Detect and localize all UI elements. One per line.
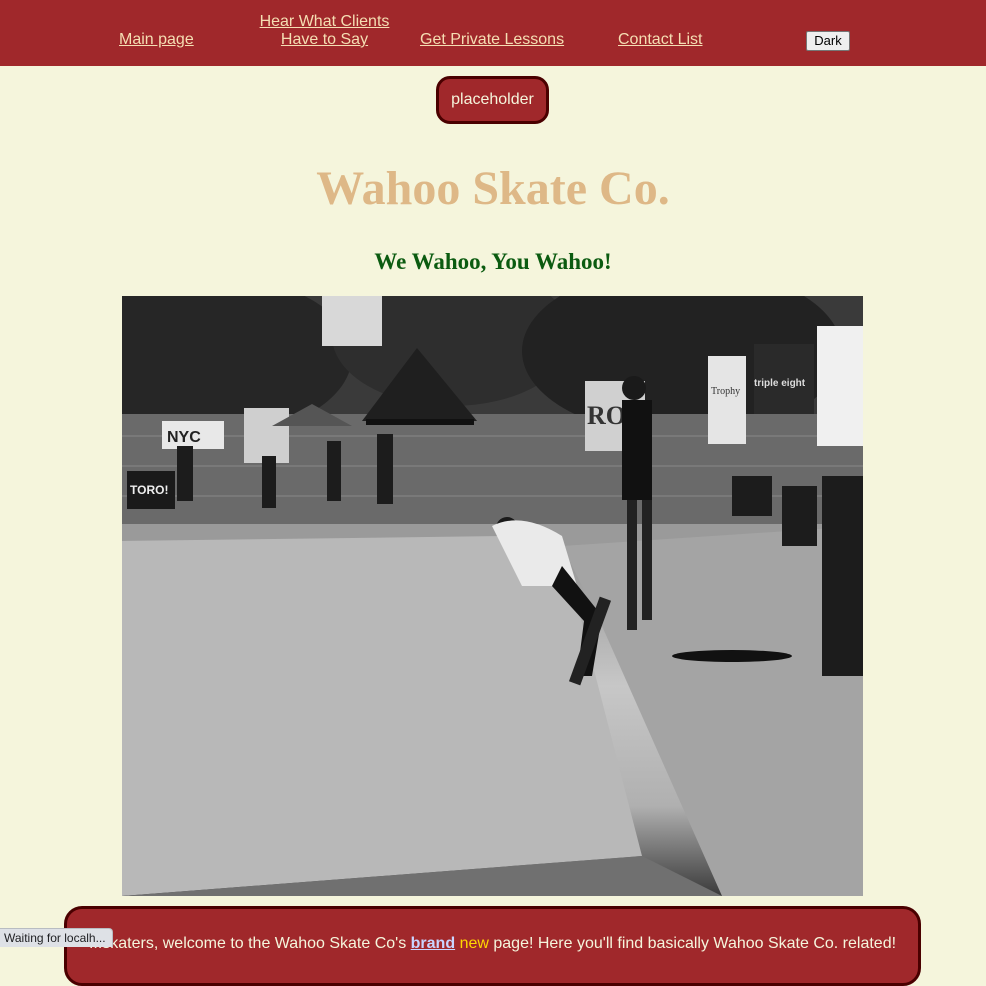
nav-client-testimonials-link[interactable]: Hear What Clients Have to Say: [255, 13, 394, 49]
nav-main-page-link[interactable]: Main page: [119, 31, 194, 49]
dark-mode-button[interactable]: Dark: [806, 31, 850, 51]
banner-toro-text: TORO!: [130, 483, 168, 497]
hero-skatepark-photo: NYC TORO! ROC Trophy triple eight: [122, 296, 863, 896]
welcome-box: ...skaters, welcome to the Wahoo Skate C…: [64, 906, 921, 986]
page-title: Wahoo Skate Co.: [316, 162, 670, 215]
banner-triple-eight-text: triple eight: [754, 378, 806, 389]
page-subtitle: We Wahoo, You Wahoo!: [374, 249, 612, 274]
placeholder-button[interactable]: placeholder: [436, 76, 549, 124]
welcome-new-text: new: [459, 935, 489, 952]
top-navbar: Main page Hear What Clients Have to Say …: [0, 0, 986, 66]
banner-trophy-text: Trophy: [711, 386, 740, 397]
nav-contact-list-link[interactable]: Contact List: [618, 31, 702, 49]
welcome-text-start: ...skaters, welcome to the Wahoo Skate C…: [88, 935, 411, 952]
browser-status-bar: Waiting for localh...: [0, 928, 113, 947]
nav-clients-line2: Have to Say: [280, 31, 369, 48]
nav-private-lessons-link[interactable]: Get Private Lessons: [420, 31, 564, 49]
welcome-text-end: page! Here you'll find basically Wahoo S…: [488, 935, 897, 952]
nav-clients-line1: Hear What Clients: [259, 13, 390, 30]
welcome-brand-text: brand: [410, 935, 456, 952]
banner-nyc-text: NYC: [167, 429, 201, 446]
welcome-text: ...skaters, welcome to the Wahoo Skate C…: [67, 935, 918, 953]
